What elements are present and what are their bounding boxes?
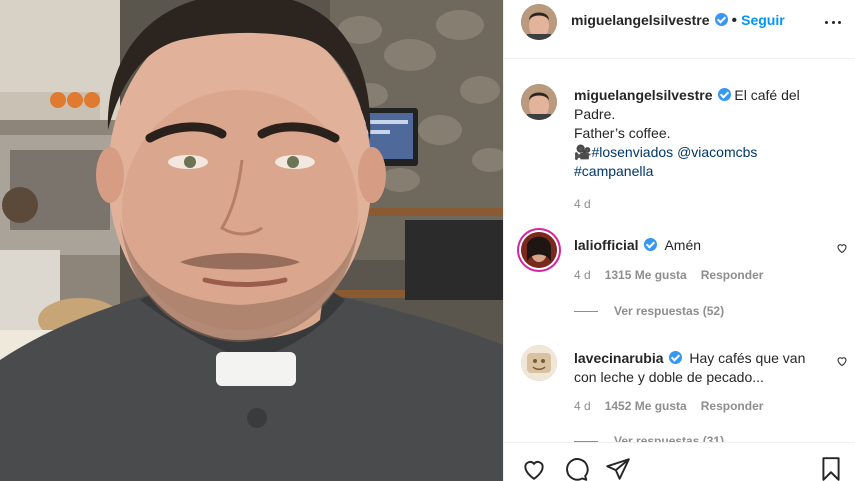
commenter-username[interactable]: lavecinarubia: [574, 350, 664, 366]
comment-icon[interactable]: [563, 456, 589, 481]
reply-button[interactable]: Responder: [701, 268, 764, 282]
verified-icon: [714, 13, 728, 26]
caption-line-2: Father’s coffee.: [574, 125, 671, 141]
view-replies-label: Ver respuestas (52): [614, 304, 725, 318]
follow-button[interactable]: Seguir: [741, 12, 785, 28]
view-replies-label: Ver respuestas (31): [614, 434, 725, 442]
comment-meta: 4 d 1452 Me gusta Responder: [574, 399, 777, 413]
caption-time[interactable]: 4 d: [574, 195, 839, 214]
verified-icon: [643, 238, 657, 251]
post-header: miguelangelsilvestre • Seguir: [504, 0, 855, 59]
comment-text: laliofficial Amén: [574, 236, 814, 255]
heart-icon[interactable]: [521, 456, 547, 481]
caption-username[interactable]: miguelangelsilvestre: [574, 87, 713, 103]
separator-dot: •: [731, 12, 738, 29]
author-username[interactable]: miguelangelsilvestre: [571, 12, 710, 28]
commenter-avatar[interactable]: [521, 345, 557, 381]
selfie-image: [0, 0, 503, 481]
comment-likes[interactable]: 1315 Me gusta: [605, 268, 687, 282]
mention-viacomcbs[interactable]: @viacomcbs: [677, 144, 757, 160]
comment-content: Amén: [664, 237, 702, 253]
comment-meta: 4 d 1315 Me gusta Responder: [574, 268, 777, 282]
comment-time[interactable]: 4 d: [574, 268, 591, 282]
verified-icon: [668, 351, 682, 364]
commenter-avatar[interactable]: [521, 232, 557, 268]
replies-divider: [574, 310, 598, 312]
author-line: miguelangelsilvestre • Seguir: [571, 12, 785, 30]
comment-time[interactable]: 4 d: [574, 399, 591, 413]
camera-emoji: 🎥: [574, 144, 592, 160]
post-sidebar: miguelangelsilvestre • Seguir miguelangels…: [503, 0, 855, 481]
view-replies-button[interactable]: Ver respuestas (31): [574, 434, 724, 442]
more-horizontal-icon[interactable]: [825, 14, 841, 30]
paper-plane-icon[interactable]: [605, 456, 631, 481]
action-bar: [504, 442, 855, 481]
hashtag-campanella[interactable]: #campanella: [574, 163, 653, 179]
author-avatar[interactable]: [521, 4, 557, 40]
post-photo[interactable]: [0, 0, 503, 481]
comments-list[interactable]: miguelangelsilvestre El café del Padre. …: [504, 60, 855, 442]
caption-text: miguelangelsilvestre El café del Padre. …: [574, 86, 839, 214]
hashtag-losenviados[interactable]: #losenviados: [591, 144, 673, 160]
verified-icon: [717, 88, 731, 101]
comment-text: lavecinarubia Hay cafés que van con lech…: [574, 349, 814, 387]
reply-button[interactable]: Responder: [701, 399, 764, 413]
commenter-username[interactable]: laliofficial: [574, 237, 639, 253]
heart-icon[interactable]: [836, 242, 848, 254]
caption-avatar[interactable]: [521, 84, 557, 120]
view-replies-button[interactable]: Ver respuestas (52): [574, 304, 724, 318]
bookmark-icon[interactable]: [818, 456, 844, 481]
comment-likes[interactable]: 1452 Me gusta: [605, 399, 687, 413]
heart-icon[interactable]: [836, 355, 848, 367]
